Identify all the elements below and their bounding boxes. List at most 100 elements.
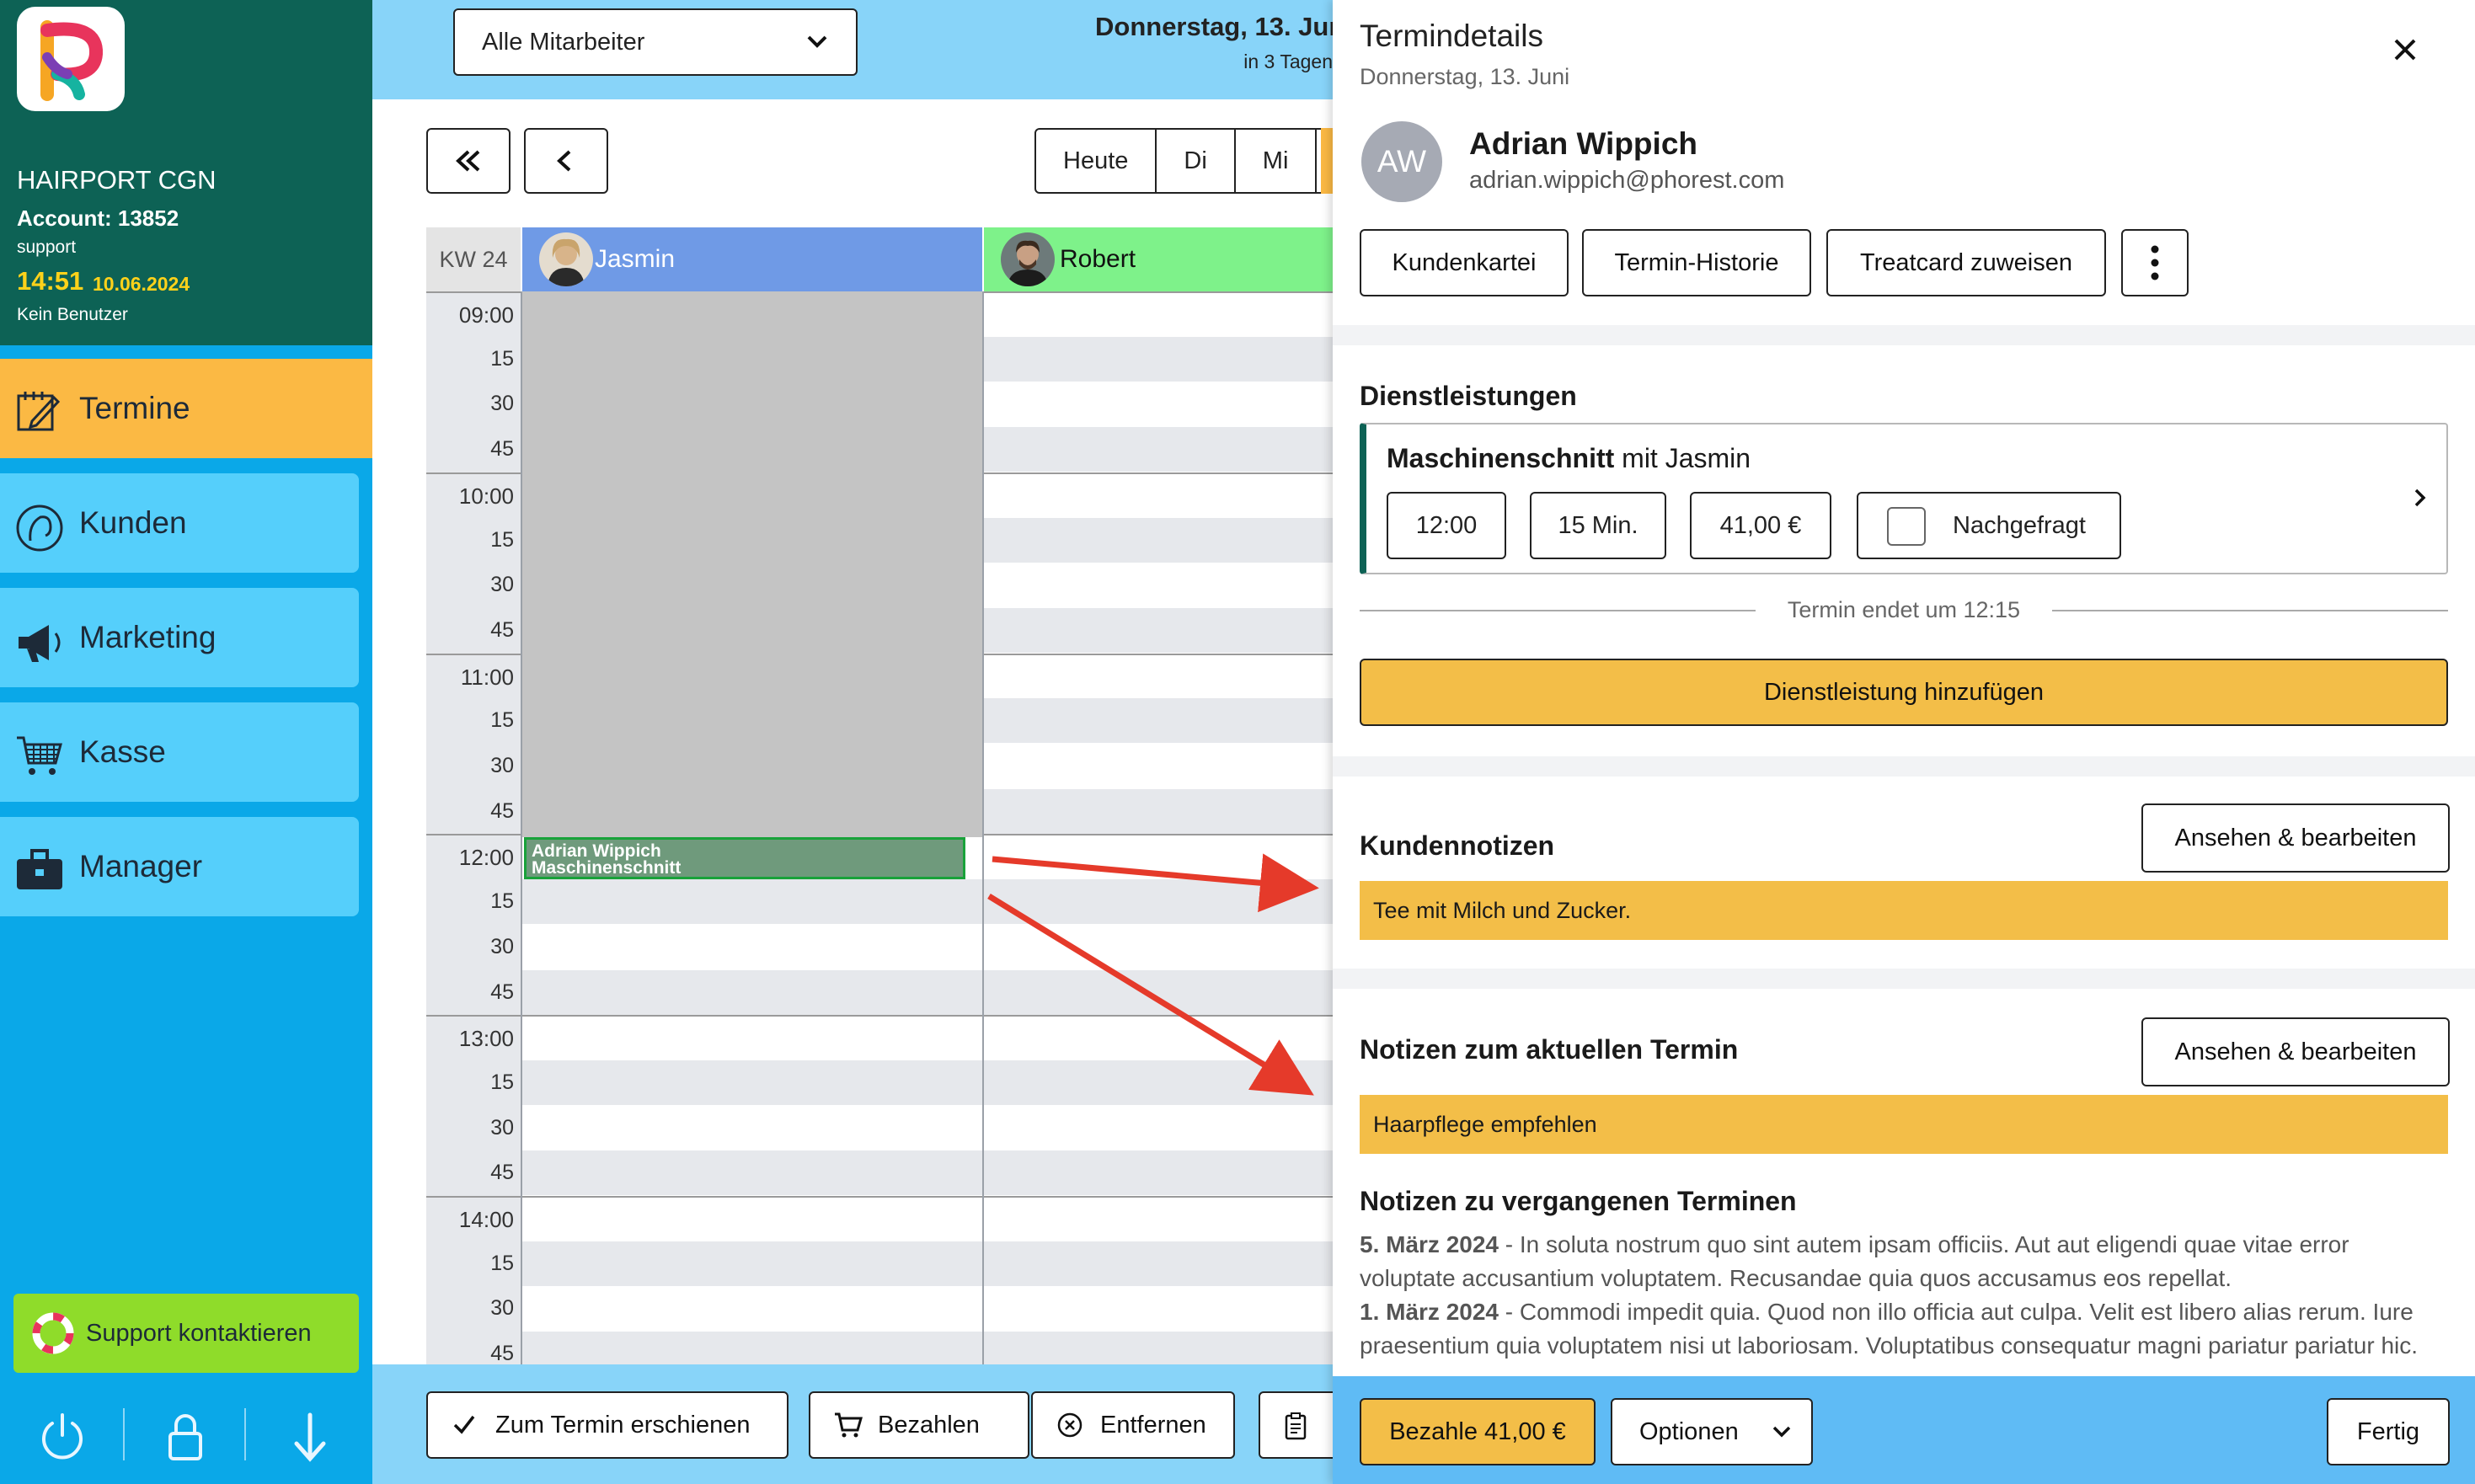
service-price-chip[interactable]: 41,00 € [1690,492,1831,559]
customer-name[interactable]: Adrian Wippich [1469,126,1697,162]
chevron-down-icon [807,35,827,48]
edit-appointment-notes-button[interactable]: Ansehen & bearbeiten [2141,1017,2450,1086]
time-slot[interactable]: 30 [426,1106,1333,1150]
divider [123,1408,125,1460]
edit-customer-notes-button[interactable]: Ansehen & bearbeiten [2141,803,2450,873]
time-slot[interactable]: 13:00 [426,1015,1333,1060]
time-label: 45 [490,437,514,462]
chevron-down-icon [1772,1426,1791,1438]
done-button[interactable]: Fertig [2327,1398,2450,1465]
sidebar-item-kunden[interactable]: Kunden [0,473,359,573]
avatar [539,232,593,286]
power-icon[interactable] [39,1412,86,1462]
time-slot[interactable]: 30 [426,1286,1333,1331]
account-number: Account: 13852 [17,206,179,231]
past-note: 1. März 2024 - Commodi impedit quia. Quo… [1360,1295,2448,1363]
time-slot[interactable]: 15 [426,1060,1333,1105]
past-note-text: - Commodi impedit quia. Quod non illo of… [1360,1299,2419,1359]
time-label: 30 [490,754,514,777]
more-button[interactable] [2121,229,2189,296]
column-header-robert[interactable]: Robert [984,227,1333,291]
sidebar-item-kasse[interactable]: Kasse [0,702,359,802]
time-label: 30 [490,573,514,597]
time-slot[interactable]: 30 [426,925,1333,969]
employee-select[interactable]: Alle Mitarbeiter [453,8,858,76]
pay-amount-button[interactable]: Bezahle 41,00 € [1360,1398,1596,1465]
sidebar-item-label: Termine [79,391,190,425]
assign-treatcard-button[interactable]: Treatcard zuweisen [1826,229,2106,296]
past-note-date: 1. März 2024 [1360,1299,1499,1325]
requested-toggle[interactable]: Nachgefragt [1857,492,2121,559]
time-slot[interactable]: 45 [426,1332,1333,1364]
cart-icon [15,733,64,778]
appointment-history-button[interactable]: Termin-Historie [1582,229,1811,296]
lock-icon[interactable] [165,1412,206,1462]
day-button-today[interactable]: Heute [1036,130,1157,192]
time-label: 11:00 [460,664,514,690]
remove-label: Entfernen [1100,1412,1206,1439]
time-slot[interactable]: 14:00 [426,1196,1333,1241]
add-service-button[interactable]: Dienstleistung hinzufügen [1360,659,2448,726]
time-label: 15 [490,1070,514,1094]
current-user: Kein Benutzer [17,305,128,324]
time-slot[interactable]: 45 [426,1150,1333,1196]
current-date: 10.06.2024 [93,273,190,295]
panel-title: Termindetails [1360,19,1543,53]
services-heading: Dienstleistungen [1360,381,1577,411]
appointment-end: Termin endet um 12:15 [1360,593,2448,627]
employee-name: Robert [1060,245,1136,273]
service-card[interactable]: Maschinenschnitt mit Jasmin 12:00 15 Min… [1360,423,2448,574]
first-page-button[interactable] [426,128,511,194]
time-slot[interactable]: 15 [426,879,1333,925]
support-button[interactable]: Support kontaktieren [13,1294,359,1373]
avatar [1001,232,1055,286]
service-title: Maschinenschnitt mit Jasmin [1387,443,1751,474]
day-button-tuesday[interactable]: Di [1157,130,1236,192]
appointment-details-panel: Termindetails Donnerstag, 13. Juni AW Ad… [1333,0,2475,1484]
sidebar-item-termine[interactable]: Termine [0,359,372,458]
options-dropdown[interactable]: Optionen [1611,1398,1813,1465]
chevron-right-icon[interactable] [2411,485,2430,510]
pay-label: Bezahlen [878,1412,980,1439]
appointment-block[interactable]: Adrian Wippich Maschinenschnitt [524,837,965,879]
column-header-jasmin[interactable]: Jasmin [522,227,982,291]
sidebar-item-label: Kasse [79,734,166,769]
day-button-wednesday[interactable]: Mi [1236,130,1318,192]
divider [244,1408,246,1460]
section-divider [1333,756,2475,777]
customer-file-button[interactable]: Kundenkartei [1360,229,1569,296]
time-label: 12:00 [458,845,514,871]
calendar-edit-icon [15,389,61,435]
previous-day-button[interactable] [524,128,608,194]
time-label: 15 [490,708,514,733]
close-icon[interactable] [2392,37,2418,62]
time-label: 15 [490,889,514,914]
sidebar-item-label: Marketing [79,620,216,654]
appointment-note: Haarpflege empfehlen [1360,1095,2448,1154]
time-label: 15 [490,346,514,371]
appeared-button[interactable]: Zum Termin erschienen [426,1391,788,1459]
time-label: 45 [490,798,514,823]
service-duration-chip[interactable]: 15 Min. [1530,492,1666,559]
requested-checkbox[interactable] [1887,507,1926,546]
time-slot[interactable]: 45 [426,969,1333,1015]
arrow-down-icon[interactable] [290,1412,330,1462]
calendar-date-sub: in 3 Tagen [1243,51,1333,72]
service-time-chip[interactable]: 12:00 [1387,492,1506,559]
time-label: 30 [490,392,514,416]
past-note: 5. März 2024 - In soluta nostrum quo sin… [1360,1228,2448,1295]
app-logo [17,7,125,111]
remove-button[interactable]: Entfernen [1031,1391,1235,1459]
sidebar-item-marketing[interactable]: Marketing [0,588,359,687]
time-label: 45 [490,1161,514,1185]
time-label: 45 [490,980,514,1004]
clipboard-button[interactable] [1259,1391,1343,1459]
pay-button[interactable]: Bezahlen [809,1391,1029,1459]
service-employee: mit Jasmin [1622,443,1751,473]
time-label: 15 [490,1251,514,1275]
past-note-date: 5. März 2024 [1360,1231,1499,1257]
time-slot[interactable]: 15 [426,1241,1333,1286]
sidebar-item-manager[interactable]: Manager [0,817,359,916]
appointment-notes-heading: Notizen zum aktuellen Termin [1360,1034,1739,1065]
time-label: 14:00 [458,1207,514,1232]
